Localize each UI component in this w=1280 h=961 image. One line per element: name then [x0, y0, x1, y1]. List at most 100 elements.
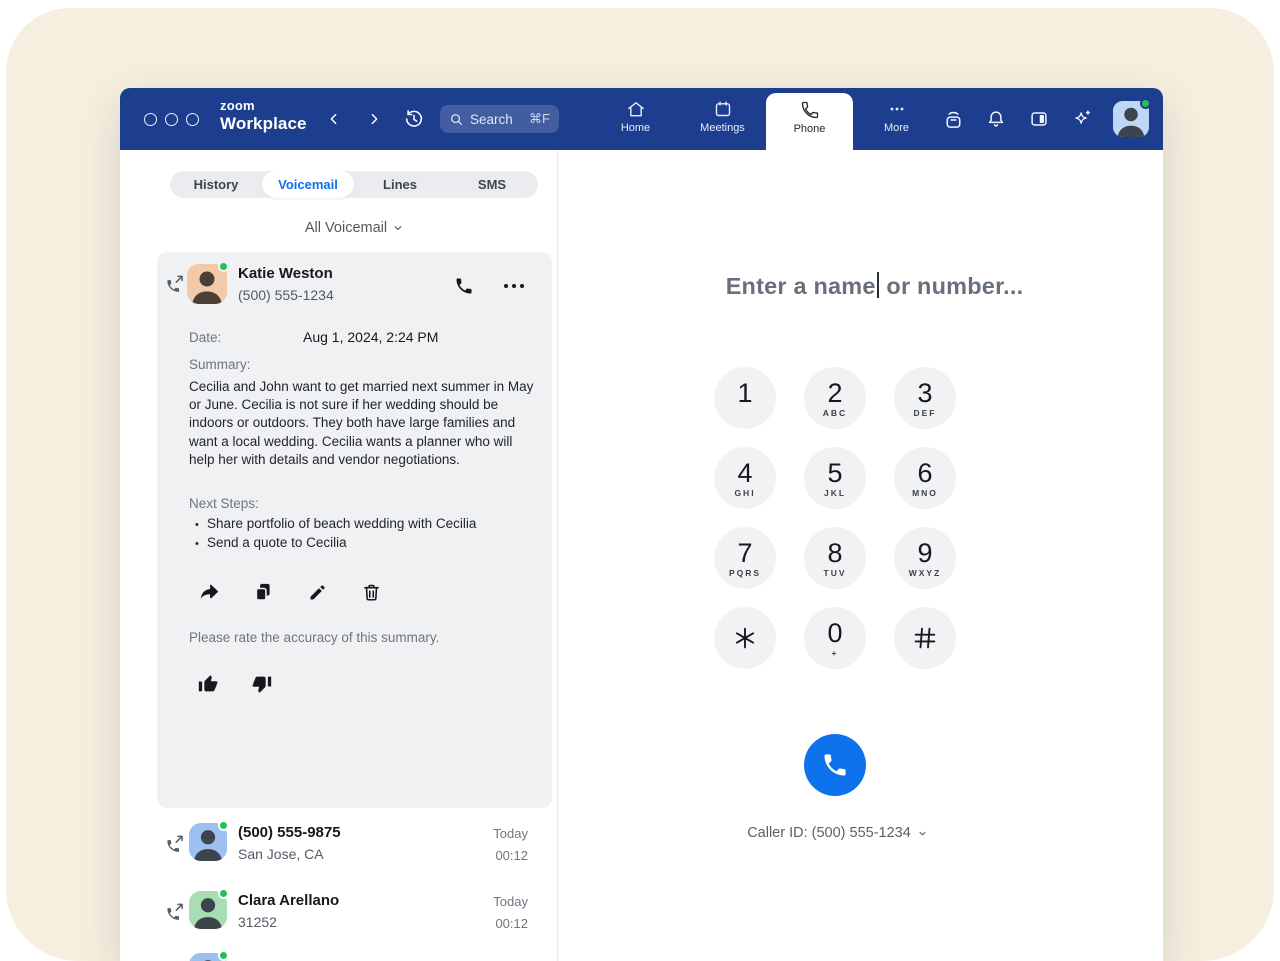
dialpad-key-hash[interactable] — [894, 607, 956, 669]
dialpad-key-0[interactable]: 0+ — [804, 607, 866, 669]
phone-icon — [800, 99, 820, 120]
ai-sparkle-button[interactable] — [1070, 107, 1094, 131]
recent-history-button[interactable] — [402, 108, 425, 131]
tab-label: More — [884, 122, 909, 134]
voicemail-card[interactable]: Katie Weston (500) 555-1234 Date: Aug 1,… — [157, 252, 552, 808]
close-window-icon[interactable] — [144, 113, 157, 126]
tab-home[interactable]: Home — [592, 88, 679, 150]
user-avatar[interactable] — [1113, 101, 1149, 137]
titlebar: zoom Workplace Search ⌘F HomeMeetingsPh — [120, 88, 1163, 150]
chevron-left-icon — [326, 111, 342, 127]
caller-number: (500) 555-1234 — [238, 287, 334, 303]
tab-label: Meetings — [700, 122, 745, 134]
caller-id-selector[interactable]: Caller ID: (500) 555-1234 — [535, 825, 1140, 841]
ai-sparkle-icon — [1071, 108, 1093, 130]
edit-summary-button[interactable] — [305, 580, 329, 604]
voicemail-actions — [197, 580, 383, 604]
forward-voicemail-button[interactable] — [197, 580, 221, 604]
key-letters: + — [832, 648, 839, 658]
key-digit: 3 — [917, 379, 932, 407]
minimize-window-icon[interactable] — [165, 113, 178, 126]
dialpad-key-8[interactable]: 8TUV — [804, 527, 866, 589]
tab-meetings[interactable]: Meetings — [679, 88, 766, 150]
search-shortcut: ⌘F — [529, 111, 550, 127]
phone-sidebar: HistoryVoicemailLinesSMS All Voicemail K… — [120, 150, 557, 961]
sidebar-tab-sms[interactable]: SMS — [446, 171, 538, 198]
search-input[interactable]: Search ⌘F — [440, 105, 559, 133]
filter-label: All Voicemail — [305, 220, 387, 236]
key-digit: 6 — [917, 459, 932, 487]
key-letters: PQRS — [729, 568, 761, 578]
device-icon — [942, 108, 965, 131]
tab-label: Home — [621, 122, 650, 134]
tab-phone[interactable]: Phone — [766, 93, 853, 150]
bell-button[interactable] — [984, 107, 1008, 131]
call-title: (500) 555-9875 — [238, 824, 341, 841]
delete-voicemail-button[interactable] — [359, 580, 383, 604]
dialpad-key-6[interactable]: 6MNO — [894, 447, 956, 509]
summary-label: Summary: — [189, 357, 251, 372]
thumbs-down-icon — [251, 673, 273, 695]
presence-dot — [218, 888, 229, 899]
dial-placeholder-before: Enter a name — [726, 273, 876, 299]
phone-icon — [821, 751, 849, 779]
call-list-item-partial[interactable] — [189, 953, 227, 961]
caller-avatar — [189, 891, 227, 929]
dialpad-key-5[interactable]: 5JKL — [804, 447, 866, 509]
dialpad-key-7[interactable]: 7PQRS — [714, 527, 776, 589]
sidebar-tab-lines[interactable]: Lines — [354, 171, 446, 198]
call-button[interactable] — [804, 734, 866, 796]
call-list-item[interactable]: Clara Arellano31252Today00:12 — [120, 888, 557, 956]
voicemail-filter-dropdown[interactable]: All Voicemail — [136, 220, 557, 236]
key-letters: TUV — [824, 568, 847, 578]
call-day: Today — [493, 894, 528, 909]
call-day: Today — [493, 826, 528, 841]
caller-avatar — [187, 264, 227, 304]
pencil-icon — [307, 582, 328, 603]
sidebar-tab-voicemail[interactable]: Voicemail — [262, 171, 354, 198]
next-step-item: Send a quote to Cecilia — [193, 534, 476, 553]
more-options-button[interactable] — [502, 274, 526, 298]
zoom-window-icon[interactable] — [186, 113, 199, 126]
asterisk-icon — [730, 623, 760, 653]
panel-toggle-icon — [1028, 108, 1050, 130]
key-digit: 1 — [737, 379, 752, 407]
key-letters: JKL — [824, 488, 846, 498]
call-back-button[interactable] — [452, 274, 476, 298]
chevron-down-icon — [392, 222, 404, 234]
more-icon — [887, 98, 907, 119]
caller-id-text: Caller ID: (500) 555-1234 — [747, 825, 911, 841]
app-logo: zoom Workplace — [220, 99, 307, 132]
copy-summary-button[interactable] — [251, 580, 275, 604]
window-controls[interactable] — [144, 88, 199, 150]
key-letters: MNO — [912, 488, 938, 498]
panel-toggle-button[interactable] — [1027, 107, 1051, 131]
dial-input[interactable]: Enter a name or number... — [572, 272, 1177, 300]
call-subtitle: San Jose, CA — [238, 846, 324, 862]
call-duration: 00:12 — [495, 916, 528, 931]
key-digit: 7 — [737, 539, 752, 567]
dialpad-key-9[interactable]: 9WXYZ — [894, 527, 956, 589]
presence-dot — [218, 950, 229, 961]
tab-more[interactable]: More — [853, 88, 940, 150]
hash-icon — [910, 623, 940, 653]
dialpad-key-4[interactable]: 4GHI — [714, 447, 776, 509]
outgoing-call-icon — [165, 274, 185, 294]
thumbs-down-button[interactable] — [251, 673, 273, 695]
history-clock-icon — [403, 108, 425, 130]
back-button[interactable] — [322, 108, 345, 131]
dialer-pane: Enter a name or number... 12ABC3DEF4GHI5… — [558, 150, 1163, 961]
device-button[interactable] — [941, 107, 965, 131]
sidebar-tab-history[interactable]: History — [170, 171, 262, 198]
key-digit: 8 — [827, 539, 842, 567]
call-list-item[interactable]: (500) 555-9875San Jose, CAToday00:12 — [120, 820, 557, 888]
home-icon — [626, 98, 646, 119]
forward-button[interactable] — [362, 108, 385, 131]
dialpad-key-2[interactable]: 2ABC — [804, 367, 866, 429]
thumbs-up-button[interactable] — [197, 673, 219, 695]
forward-icon — [198, 581, 220, 603]
text-cursor — [877, 272, 879, 298]
dialpad-key-1[interactable]: 1 — [714, 367, 776, 429]
dialpad-key-asterisk[interactable] — [714, 607, 776, 669]
dialpad-key-3[interactable]: 3DEF — [894, 367, 956, 429]
